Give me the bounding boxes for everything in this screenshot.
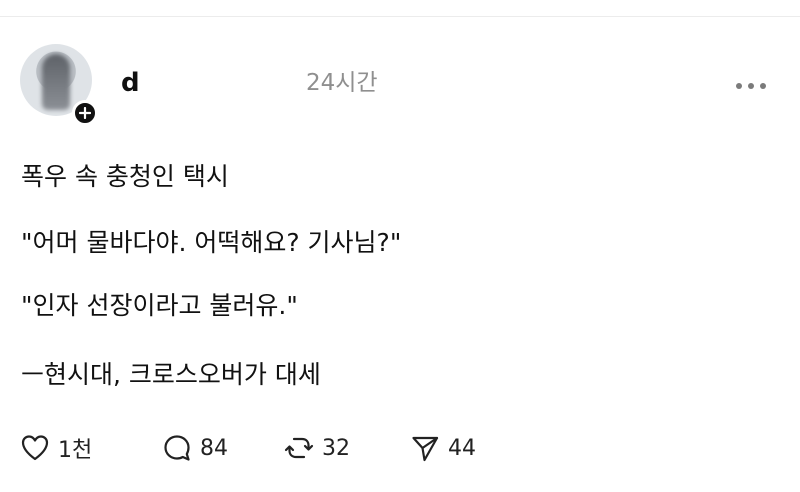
author-username[interactable]: d xyxy=(121,70,140,96)
reply-button[interactable]: 84 xyxy=(162,430,228,466)
heart-icon xyxy=(21,435,49,461)
post-timestamp: 24시간 xyxy=(306,70,378,96)
share-count: 44 xyxy=(448,435,476,461)
post-text-line: "인자 선장이라고 불러유." xyxy=(21,291,298,320)
speech-bubble-icon xyxy=(164,435,190,461)
author-avatar[interactable] xyxy=(20,44,98,126)
share-button[interactable]: 44 xyxy=(410,430,476,466)
post-text-line: ㅡ현시대, 크로스오버가 대세 xyxy=(21,360,321,389)
repost-count: 32 xyxy=(322,435,350,461)
post-text-line: 폭우 속 충청인 택시 xyxy=(21,162,229,191)
like-button[interactable]: 1천 xyxy=(20,430,92,466)
repost-icon xyxy=(284,437,314,459)
follow-plus-icon[interactable] xyxy=(72,100,98,126)
reply-count: 84 xyxy=(200,435,228,461)
post-text-line: "어머 물바다야. 어떡해요? 기사님?" xyxy=(21,228,402,257)
like-count: 1천 xyxy=(58,438,93,463)
top-divider xyxy=(0,16,800,17)
send-icon xyxy=(412,436,439,462)
repost-button[interactable]: 32 xyxy=(284,430,350,466)
more-options-icon[interactable] xyxy=(736,78,776,94)
